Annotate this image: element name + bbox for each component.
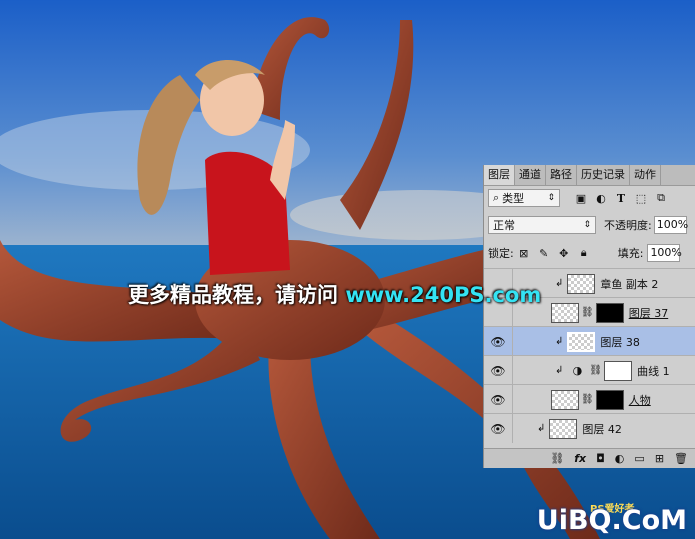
new-group-icon[interactable]: ▭ — [634, 452, 644, 465]
promo-banner: 更多精品教程，请访问 www.240PS.com — [128, 279, 541, 309]
lock-move-icon[interactable]: ✥ — [557, 246, 571, 260]
link-chain-icon[interactable]: ⛓ — [581, 394, 594, 405]
opacity-label: 不透明度: — [604, 219, 652, 232]
layers-panel: 图层 通道 路径 历史记录 动作 ⌕ 类型 ⇕ ▣ ◐ T ⬚ ⧉ 正常 ⇕ 不… — [483, 165, 695, 468]
link-layers-icon[interactable]: ⛓ — [550, 452, 564, 465]
tab-actions[interactable]: 动作 — [630, 165, 661, 185]
link-chain-icon[interactable]: ⛓ — [581, 307, 594, 318]
fill-field[interactable]: 100% — [647, 244, 682, 262]
layer-name: 曲线 1 — [637, 364, 670, 378]
blend-mode-label: 正常 — [493, 219, 515, 232]
filter-kind-label: 类型 — [502, 192, 525, 205]
clip-arrow-icon: ↲ — [555, 278, 564, 289]
layer-name: 图层 42 — [582, 422, 622, 436]
clip-arrow-icon: ↲ — [537, 423, 546, 434]
opacity-field[interactable]: 100% — [653, 216, 688, 234]
eye-icon[interactable]: 👁︎ — [484, 327, 513, 356]
banner-url: www.240PS.com — [345, 283, 542, 307]
layer-name: 图层 37 — [628, 306, 669, 320]
lock-paint-icon[interactable]: ✎ — [537, 246, 551, 260]
layer-thumbnail — [551, 389, 579, 410]
image-filter-icon[interactable]: ▣ — [574, 191, 588, 205]
eye-icon[interactable]: 👁︎ — [484, 385, 513, 414]
filter-kind-select[interactable]: ⌕ 类型 ⇕ — [488, 189, 560, 207]
link-chain-icon[interactable]: ⛓ — [589, 365, 602, 376]
tab-history[interactable]: 历史记录 — [577, 165, 630, 185]
chevron-updown-icon: ⇕ — [547, 193, 555, 203]
layer-name: 图层 38 — [600, 335, 640, 349]
lock-row: 锁定: ⊠ ✎ ✥ 🔒︎ 填充: 100% — [484, 243, 695, 263]
tab-channels[interactable]: 通道 — [515, 165, 546, 185]
layer-thumbnail — [549, 418, 578, 439]
clip-arrow-icon: ↲ — [555, 365, 564, 376]
new-layer-icon[interactable]: ⊞ — [655, 452, 664, 465]
fill-label: 填充: — [617, 247, 644, 260]
layer-name: 章鱼 副本 2 — [600, 277, 659, 291]
tab-layers[interactable]: 图层 — [484, 165, 515, 185]
layer-row[interactable]: 👁︎ ⛓ 人物 — [484, 384, 695, 414]
filter-row: ⌕ 类型 ⇕ ▣ ◐ T ⬚ ⧉ — [484, 188, 695, 208]
layer-name: 人物 — [628, 393, 651, 407]
add-mask-icon[interactable]: ◘ — [596, 452, 605, 465]
search-icon: ⌕ — [493, 191, 500, 204]
blend-mode-select[interactable]: 正常 ⇕ — [488, 216, 596, 234]
layer-thumbnail — [567, 331, 596, 352]
banner-text: 更多精品教程，请访问 — [128, 283, 338, 307]
panel-footer: ⛓ fx ◘ ◐ ▭ ⊞ 🗑︎ — [484, 448, 695, 468]
type-filter-icon[interactable]: T — [614, 191, 628, 205]
delete-layer-icon[interactable]: 🗑︎ — [674, 452, 688, 465]
panel-tabs: 图层 通道 路径 历史记录 动作 — [484, 165, 695, 186]
layer-mask-thumbnail[interactable] — [595, 302, 624, 323]
tab-paths[interactable]: 路径 — [546, 165, 577, 185]
shape-filter-icon[interactable]: ⬚ — [634, 191, 648, 205]
eye-icon[interactable]: 👁︎ — [484, 356, 513, 385]
blend-row: 正常 ⇕ 不透明度: 100% — [484, 215, 695, 235]
fx-icon[interactable]: fx — [574, 452, 586, 465]
watermark: UiBQ.CoM — [536, 505, 687, 536]
layer-thumbnail — [567, 273, 596, 294]
layer-row[interactable]: 👁︎ ↲ 图层 42 — [484, 413, 695, 443]
clip-arrow-icon: ↲ — [555, 336, 564, 347]
layer-row-selected[interactable]: 👁︎ ↲ 图层 38 — [484, 326, 695, 356]
layer-thumbnail — [551, 302, 579, 323]
lock-all-icon[interactable]: 🔒︎ — [577, 246, 591, 260]
smart-object-filter-icon[interactable]: ⧉ — [654, 191, 668, 205]
chevron-updown-icon: ⇕ — [583, 220, 591, 230]
lock-label: 锁定: — [488, 247, 514, 260]
layer-row[interactable]: 👁︎ ↲ ◑ ⛓ 曲线 1 — [484, 355, 695, 385]
curves-adjustment-icon: ◑ — [572, 364, 583, 377]
layer-mask-thumbnail[interactable] — [604, 360, 633, 381]
eye-icon[interactable]: 👁︎ — [484, 414, 513, 443]
layer-mask-thumbnail[interactable] — [595, 389, 624, 410]
new-adjustment-icon[interactable]: ◐ — [615, 452, 625, 465]
lock-transparent-icon[interactable]: ⊠ — [517, 246, 531, 260]
adjustment-filter-icon[interactable]: ◐ — [594, 191, 608, 205]
